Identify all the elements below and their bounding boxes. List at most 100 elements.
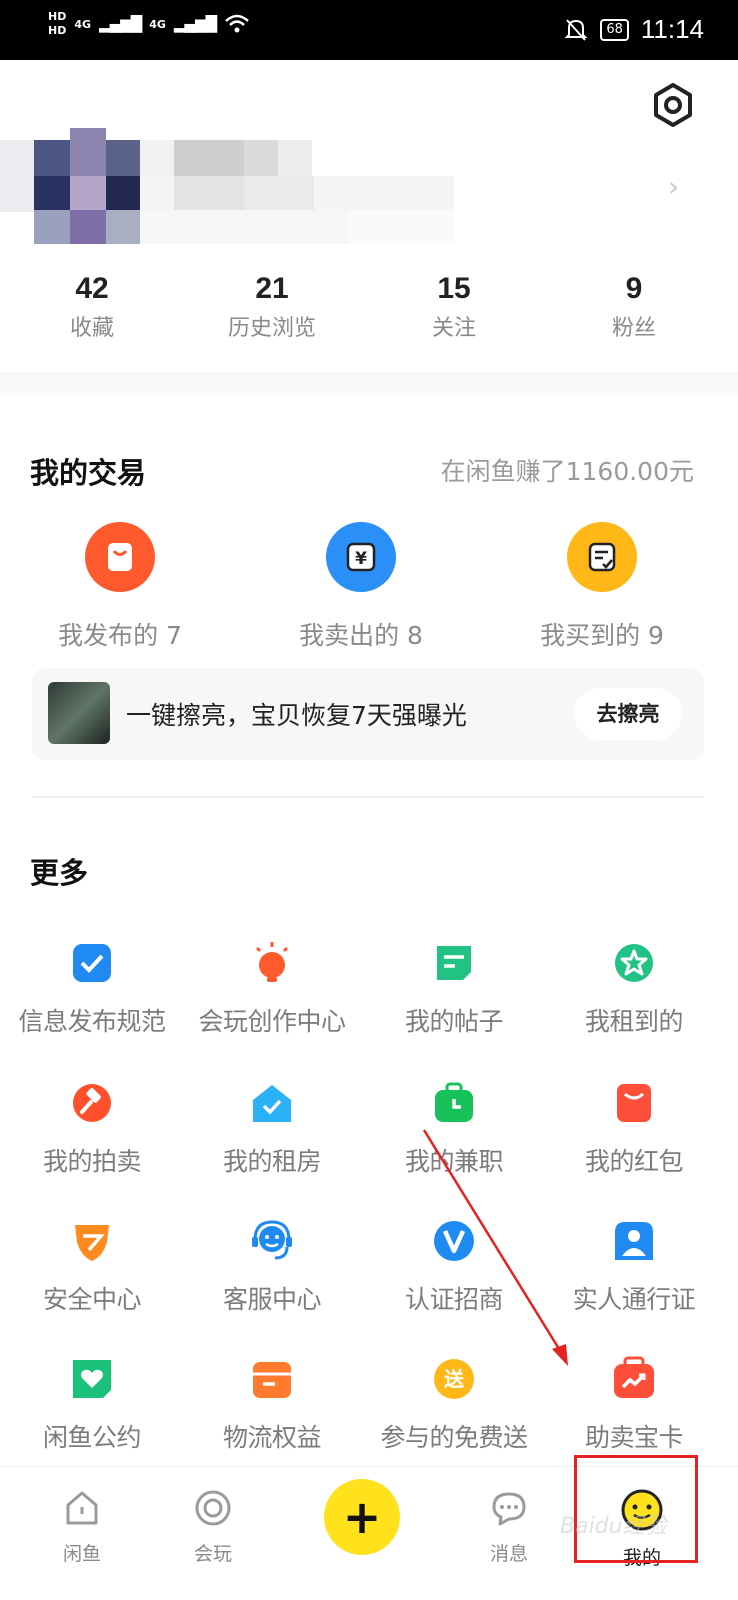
bulb-icon — [249, 940, 295, 986]
more-section-title: 更多 — [30, 856, 89, 890]
more-item[interactable]: 闲鱼公约 — [0, 1356, 184, 1454]
stat-fans[interactable]: 9 粉丝 — [542, 270, 726, 342]
more-item[interactable]: 会玩创作中心 — [180, 940, 364, 1038]
trade-label: 我卖出的 8 — [299, 621, 423, 650]
signal-icon: ▂▄▆█ — [99, 15, 142, 33]
svg-text:¥: ¥ — [355, 549, 367, 569]
refresh-button[interactable]: 去擦亮 — [574, 688, 682, 740]
home-icon — [66, 1491, 98, 1525]
hd-badges: HD HD — [48, 10, 66, 38]
divider — [32, 796, 704, 798]
profile-avatar-pixelated[interactable] — [0, 128, 500, 248]
stat-value: 9 — [625, 272, 643, 305]
post-icon — [431, 940, 477, 986]
earned-amount[interactable]: 在闲鱼赚了1160.00元 — [441, 452, 694, 488]
stat-value: 15 — [437, 272, 471, 305]
star-badge-icon — [611, 940, 657, 986]
shield-icon — [69, 1218, 115, 1264]
headset-icon — [249, 1218, 295, 1264]
red-packet-icon — [611, 1080, 657, 1126]
nav-label: 闲鱼 — [62, 1543, 101, 1565]
more-item-label: 实人通行证 — [572, 1285, 696, 1314]
nav-messages[interactable]: 消息 — [459, 1487, 559, 1566]
sim1-label: 4G — [74, 17, 92, 31]
watermark: Baidu经验 — [560, 1514, 667, 1539]
stat-label: 收藏 — [69, 316, 114, 341]
stat-value: 21 — [255, 272, 289, 305]
more-item[interactable]: 我的租房 — [180, 1080, 364, 1178]
more-item[interactable]: 物流权益 — [180, 1356, 364, 1454]
stat-label: 关注 — [431, 316, 476, 341]
more-item-label: 助卖宝卡 — [584, 1423, 684, 1452]
more-item[interactable]: 送参与的免费送 — [362, 1356, 546, 1454]
box-icon — [249, 1356, 295, 1402]
hd-label-2: HD — [48, 24, 67, 37]
more-item-label: 认证招商 — [404, 1285, 504, 1314]
heart-doc-icon — [69, 1356, 115, 1402]
sim2-label: 4G — [149, 17, 166, 31]
network-indicators: HD HD 4G ▂▄▆█ 4G ▂▄▆█ — [48, 10, 250, 38]
verified-v-icon — [431, 1218, 477, 1264]
settings-gear-icon[interactable] — [650, 82, 696, 128]
order-icon — [567, 522, 637, 592]
more-item[interactable]: 我的帖子 — [362, 940, 546, 1038]
chat-icon — [492, 1492, 526, 1526]
post-button[interactable]: + — [324, 1479, 400, 1555]
battery-level: 68 — [600, 18, 629, 41]
more-item-label: 闲鱼公约 — [42, 1423, 142, 1452]
more-item-label: 参与的免费送 — [380, 1423, 528, 1452]
more-item[interactable]: 我的拍卖 — [0, 1080, 184, 1178]
more-item[interactable]: 认证招商 — [362, 1218, 546, 1316]
trade-published[interactable]: 我发布的 7 — [0, 522, 240, 652]
stat-following[interactable]: 15 关注 — [362, 270, 546, 342]
more-item[interactable]: 信息发布规范 — [0, 940, 184, 1038]
more-item-label: 信息发布规范 — [18, 1007, 166, 1036]
person-icon — [611, 1218, 657, 1264]
more-item-label: 我的拍卖 — [42, 1147, 142, 1176]
more-item[interactable]: 我的红包 — [542, 1080, 726, 1178]
more-item[interactable]: 安全中心 — [0, 1218, 184, 1316]
trade-section-title: 我的交易 — [30, 456, 147, 490]
more-item[interactable]: 客服中心 — [180, 1218, 364, 1316]
stat-history[interactable]: 21 历史浏览 — [180, 270, 364, 342]
wifi-icon — [225, 14, 249, 33]
svg-text:送: 送 — [444, 1367, 465, 1391]
circle-play-icon — [195, 1490, 231, 1526]
status-right: 68 11:14 — [564, 14, 704, 45]
stat-label: 历史浏览 — [227, 316, 316, 341]
hd-label-1: HD — [48, 10, 67, 23]
trade-sold[interactable]: ¥ 我卖出的 8 — [241, 522, 481, 652]
stat-label: 粉丝 — [611, 316, 656, 341]
stat-favorites[interactable]: 42 收藏 — [0, 270, 184, 342]
trade-bought[interactable]: 我买到的 9 — [482, 522, 722, 652]
briefcase-icon — [431, 1080, 477, 1126]
hammer-icon — [69, 1080, 115, 1126]
more-item[interactable]: 实人通行证 — [542, 1218, 726, 1316]
boost-card-icon — [611, 1356, 657, 1402]
more-item[interactable]: 我的兼职 — [362, 1080, 546, 1178]
item-thumbnail — [48, 682, 110, 744]
nav-home[interactable]: 闲鱼 — [32, 1487, 132, 1566]
more-item[interactable]: 助卖宝卡 — [542, 1356, 726, 1454]
house-icon — [249, 1080, 295, 1126]
more-item-label: 安全中心 — [42, 1285, 142, 1314]
more-item-label: 我的租房 — [222, 1147, 322, 1176]
stat-value: 42 — [75, 272, 109, 305]
trade-label: 我买到的 9 — [540, 621, 664, 650]
profile-chevron-right-icon[interactable]: › — [668, 170, 679, 203]
more-item-label: 我的兼职 — [404, 1147, 504, 1176]
banner-text: 一键擦亮，宝贝恢复7天强曝光 — [126, 701, 467, 730]
profile-stats: 42 收藏 21 历史浏览 15 关注 9 粉丝 — [0, 270, 738, 350]
more-item-label: 我的帖子 — [404, 1007, 504, 1036]
yen-icon: ¥ — [326, 522, 396, 592]
clock: 11:14 — [640, 14, 704, 44]
nav-label: 会玩 — [193, 1543, 232, 1565]
nav-label: 消息 — [489, 1543, 528, 1565]
nav-huiwan[interactable]: 会玩 — [163, 1487, 263, 1566]
trade-label: 我发布的 7 — [58, 621, 182, 650]
more-item[interactable]: 我租到的 — [542, 940, 726, 1038]
more-item-label: 客服中心 — [222, 1285, 322, 1314]
more-item-label: 我的红包 — [584, 1147, 684, 1176]
refresh-banner[interactable]: 一键擦亮，宝贝恢复7天强曝光 去擦亮 — [32, 668, 704, 760]
more-item-label: 会玩创作中心 — [198, 1007, 346, 1036]
